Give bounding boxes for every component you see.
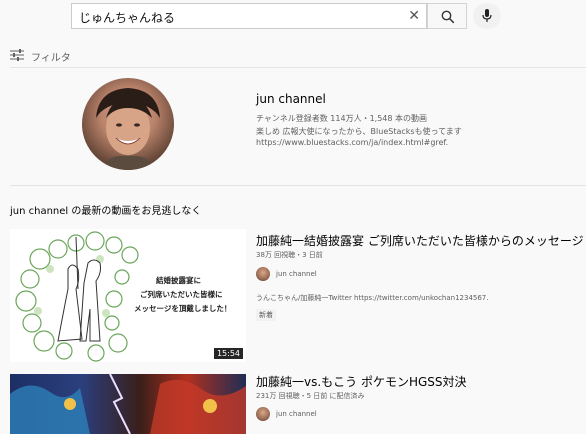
video-title[interactable]: 加藤純一vs.もこう ポケモンHGSS対決 [256, 373, 467, 390]
video-thumbnail[interactable]: 結婚披露宴に ご列席いただいた皆様に メッセージを頂戴しました！ 15:54 [10, 229, 246, 362]
video-channel-name[interactable]: jun channel [276, 270, 317, 278]
video-meta: 231万 回視聴・5 日前 に配信済み [256, 392, 365, 400]
thumbnail-caption-line: ご列席いただいた皆様に [140, 289, 223, 299]
search-query[interactable]: じゅんちゃんねる [79, 9, 175, 26]
channel-description: 楽しめ 広報大使になったから、BlueStacksも使ってます [256, 127, 462, 136]
search-icon [441, 10, 455, 24]
filter-label: フィルタ [31, 53, 71, 64]
divider [10, 67, 586, 68]
thumbnail-caption-line: メッセージを頂戴しました！ [134, 303, 231, 313]
thumbnail-caption-line: 結婚披露宴に [156, 275, 201, 285]
clear-search-icon[interactable]: ✕ [408, 8, 420, 24]
pokemon-battle-illustration-icon [10, 374, 246, 434]
avatar-face-icon [96, 88, 160, 170]
new-badge: 新着 [256, 309, 276, 321]
channel-stats: チャンネル登録者数 114万人・1,548 本の動画 [256, 114, 428, 123]
channel-name[interactable]: jun channel [256, 92, 326, 106]
divider [10, 185, 586, 186]
microphone-icon [482, 9, 492, 22]
channel-avatar[interactable] [82, 78, 174, 170]
search-button[interactable] [427, 3, 467, 29]
video-thumbnail[interactable] [10, 374, 246, 434]
video-title[interactable]: 加藤純一結婚披露宴 ご列席いただいた皆様からのメッセージ [256, 232, 584, 249]
channel-url: https://www.bluestacks.com/ja/index.html… [256, 138, 449, 147]
channel-avatar-small[interactable] [256, 267, 270, 281]
video-channel-name[interactable]: jun channel [276, 410, 317, 418]
video-description: うんこちゃん/加藤純一Twitter https://twitter.com/u… [256, 294, 489, 302]
filter-icon [10, 49, 24, 61]
top-bar: じゅんちゃんねる ✕ [0, 0, 586, 34]
voice-search-button[interactable] [473, 3, 501, 29]
wedding-illustration-icon: 結婚披露宴に ご列席いただいた皆様に メッセージを頂戴しました！ [15, 231, 231, 362]
section-title: jun channel の最新の動画をお見逃しなく [10, 206, 202, 217]
duration-badge: 15:54 [213, 348, 243, 359]
search-input[interactable]: じゅんちゃんねる ✕ [71, 3, 427, 29]
video-meta: 38万 回視聴・3 日前 [256, 251, 323, 259]
channel-avatar-small[interactable] [256, 407, 270, 421]
